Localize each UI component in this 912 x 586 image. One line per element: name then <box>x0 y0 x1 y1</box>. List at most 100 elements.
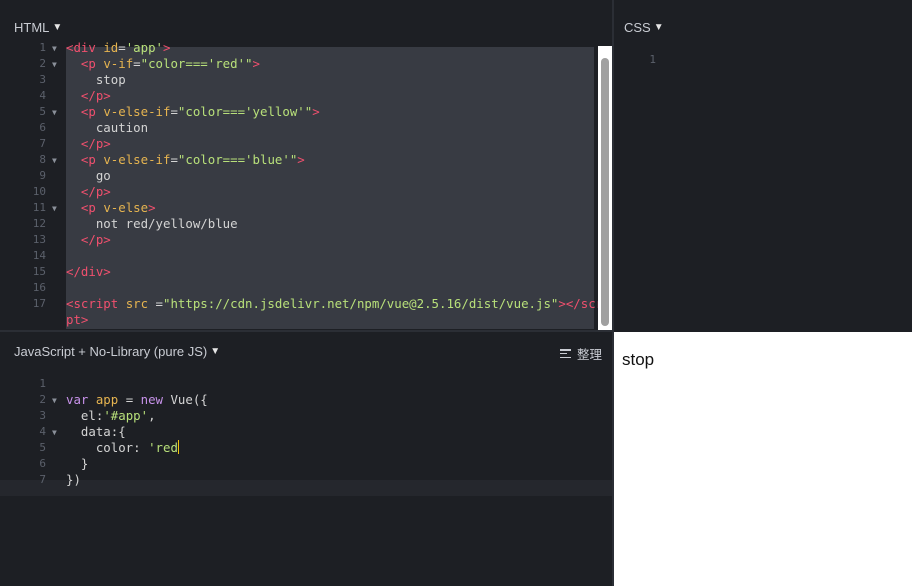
fold-triangle-icon[interactable]: ▼ <box>52 425 57 441</box>
html-code-line[interactable]: 3 stop <box>0 72 596 88</box>
code-text: caution <box>66 120 149 135</box>
js-code-editor[interactable]: 1 2 ▼ var app = new Vue({3 el:'#app', 4 ▼ dat… <box>0 376 612 488</box>
line-number: 3 <box>39 409 46 422</box>
css-panel-title: CSS <box>624 20 651 35</box>
horizontal-splitter[interactable] <box>0 330 612 332</box>
text-cursor <box>177 440 179 454</box>
line-number: 1 <box>39 377 46 390</box>
line-number: 13 <box>32 233 46 246</box>
code-text: not red/yellow/blue <box>66 216 238 231</box>
html-code-line[interactable]: 1 ▼ <div id='app'> <box>0 40 596 56</box>
html-scrollbar-thumb[interactable] <box>601 58 609 326</box>
line-number: 17 <box>32 297 46 310</box>
fold-triangle-icon[interactable]: ▼ <box>52 57 57 73</box>
css-code-editor[interactable]: 1 <box>614 52 912 68</box>
html-code-line[interactable]: 13 </p> <box>0 232 596 248</box>
js-panel-language-dropdown[interactable]: JavaScript + No-Library (pure JS) ▼ <box>14 344 220 359</box>
html-code-line[interactable]: 15 </div> <box>0 264 596 280</box>
code-text: data:{ <box>66 424 126 439</box>
code-text: <p v-else> <box>80 200 156 215</box>
code-text: var app = new Vue({ <box>66 392 208 407</box>
html-code-line[interactable]: 9 go <box>0 168 596 184</box>
line-number: 15 <box>32 265 46 278</box>
line-number: 1 <box>39 41 46 54</box>
code-text: color: 'red <box>66 440 179 455</box>
html-code-line[interactable]: 12 not red/yellow/blue <box>0 216 596 232</box>
vertical-splitter[interactable] <box>612 0 614 586</box>
line-number: 2 <box>39 393 46 406</box>
js-code-line[interactable]: 1 <box>0 376 612 392</box>
fold-triangle-icon[interactable]: ▼ <box>52 201 57 217</box>
line-number: 6 <box>39 121 46 134</box>
caret-down-icon: ▼ <box>210 346 221 357</box>
html-code-line[interactable]: 4 </p> <box>0 88 596 104</box>
code-text: stop <box>66 72 126 87</box>
html-panel-language-dropdown[interactable]: HTML ▼ <box>14 20 62 35</box>
html-code-editor[interactable]: 1 ▼ <div id='app'> 2 ▼ <p v-if="color==='red… <box>0 40 611 328</box>
html-code-line[interactable]: 16 <box>0 280 596 296</box>
fold-triangle-icon[interactable]: ▼ <box>52 41 57 57</box>
code-text: </p> <box>80 88 111 103</box>
line-number: 10 <box>32 185 46 198</box>
code-text: <script src ="https://cdn.jsdelivr.net/n… <box>66 296 611 311</box>
html-code-line[interactable]: 2 ▼ <p v-if="color==='red'"> <box>0 56 596 72</box>
line-number: 12 <box>32 217 46 230</box>
html-code-line[interactable]: 14 <box>0 248 596 264</box>
tidy-label: 整理 <box>576 348 602 362</box>
caret-down-icon: ▼ <box>653 22 664 33</box>
html-panel-title: HTML <box>14 20 50 35</box>
line-number: 3 <box>39 73 46 86</box>
code-text: <p v-if="color==='red'"> <box>80 56 260 71</box>
line-number: 5 <box>39 105 46 118</box>
fold-triangle-icon[interactable]: ▼ <box>52 105 57 121</box>
js-code-line[interactable]: 3 el:'#app', <box>0 408 612 424</box>
line-number: 11 <box>32 201 46 214</box>
line-number: 4 <box>39 425 46 438</box>
code-text: </p> <box>80 136 111 151</box>
fold-triangle-icon[interactable]: ▼ <box>52 393 57 409</box>
code-text: </p> <box>80 184 111 199</box>
css-panel-language-dropdown[interactable]: CSS ▼ <box>624 20 664 35</box>
js-editor-panel: JavaScript + No-Library (pure JS) ▼ 整理 1… <box>0 332 612 586</box>
line-number: 16 <box>32 281 46 294</box>
code-text: pt> <box>66 312 89 327</box>
code-text: <p v-else-if="color==='yellow'"> <box>80 104 320 119</box>
code-text: el:'#app', <box>66 408 156 423</box>
code-text: go <box>66 168 111 183</box>
code-text: </p> <box>80 232 111 247</box>
result-preview-panel: stop <box>614 332 912 586</box>
line-number: 6 <box>39 457 46 470</box>
line-number: 9 <box>39 169 46 182</box>
html-code-line[interactable]: 11 ▼ <p v-else> <box>0 200 596 216</box>
code-text: </div> <box>66 264 111 279</box>
html-code-line[interactable]: 17 <script src ="https://cdn.jsdelivr.net… <box>0 296 611 312</box>
line-number: 8 <box>39 153 46 166</box>
line-number: 2 <box>39 57 46 70</box>
result-text: stop <box>622 350 655 369</box>
html-code-line[interactable]: 6 caution <box>0 120 596 136</box>
line-number: 14 <box>32 249 46 262</box>
html-code-line[interactable]: pt> <box>0 312 596 328</box>
js-code-line[interactable]: 4 ▼ data:{ <box>0 424 612 440</box>
html-code-line[interactable]: 7 </p> <box>0 136 596 152</box>
code-text: } <box>66 456 89 471</box>
html-code-line[interactable]: 10 </p> <box>0 184 596 200</box>
js-code-line[interactable]: 6 } <box>0 456 612 472</box>
html-code-line[interactable]: 8 ▼ <p v-else-if="color==='blue'"> <box>0 152 596 168</box>
fold-triangle-icon[interactable]: ▼ <box>52 153 57 169</box>
js-code-line[interactable]: 5 color: 'red <box>0 440 612 456</box>
js-code-line[interactable]: 2 ▼ var app = new Vue({ <box>0 392 612 408</box>
line-number: 1 <box>649 53 656 66</box>
css-code-line[interactable]: 1 <box>614 52 912 68</box>
caret-down-icon: ▼ <box>52 22 63 33</box>
tidy-lines-icon <box>559 349 571 358</box>
js-code-line[interactable]: 7}) <box>0 472 612 488</box>
code-text: <div id='app'> <box>66 40 171 55</box>
line-number: 4 <box>39 89 46 102</box>
code-text: <p v-else-if="color==='blue'"> <box>80 152 305 167</box>
html-code-line[interactable]: 5 ▼ <p v-else-if="color==='yellow'"> <box>0 104 596 120</box>
tidy-button[interactable]: 整理 <box>559 344 602 363</box>
line-number: 5 <box>39 441 46 454</box>
css-editor-panel: CSS ▼ 1 <box>614 0 912 330</box>
line-number: 7 <box>39 137 46 150</box>
